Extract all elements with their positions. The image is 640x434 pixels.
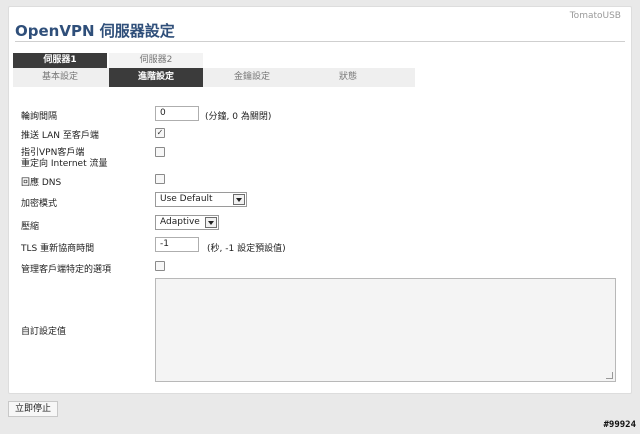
respond-dns-checkbox[interactable] <box>155 174 165 184</box>
compression-select[interactable]: Adaptive <box>155 215 219 230</box>
redirect-gateway-label-line2: 重定向 Internet 流量 <box>21 159 108 169</box>
chevron-down-icon <box>233 194 245 205</box>
tls-renegotiation-note: (秒, -1 設定預設值) <box>207 244 286 254</box>
checkmark-icon: ✓ <box>156 128 164 137</box>
cipher-select[interactable]: Use Default <box>155 192 247 207</box>
tab-status[interactable]: 狀態 <box>301 68 395 87</box>
client-specific-checkbox[interactable] <box>155 261 165 271</box>
poll-interval-note: (分鐘, 0 為關閉) <box>205 112 272 122</box>
page-title: OpenVPN 伺服器設定 <box>15 22 175 40</box>
custom-config-textarea[interactable] <box>155 278 616 382</box>
compression-value: Adaptive <box>160 217 200 227</box>
settings-subtabs: 基本設定 進階設定 金鑰設定 狀態 <box>13 68 415 87</box>
watermark-label: #99924 <box>603 420 636 430</box>
tab-server-1[interactable]: 伺服器1 <box>13 53 107 68</box>
compression-label: 壓縮 <box>21 222 40 232</box>
tab-key-settings[interactable]: 金鑰設定 <box>205 68 299 87</box>
poll-interval-input[interactable]: 0 <box>155 106 199 121</box>
custom-config-label: 自訂設定值 <box>21 327 67 337</box>
respond-dns-label: 回應 DNS <box>21 178 62 188</box>
title-divider <box>15 41 625 42</box>
server-tabs: 伺服器1 伺服器2 <box>13 53 203 68</box>
client-specific-label: 管理客戶端特定的選項 <box>21 265 112 275</box>
cipher-value: Use Default <box>160 194 213 204</box>
poll-interval-label: 輪詢間隔 <box>21 112 58 122</box>
chevron-down-icon <box>205 217 217 228</box>
cipher-label: 加密模式 <box>21 199 58 209</box>
tls-renegotiation-input[interactable]: -1 <box>155 237 199 252</box>
tab-server-2[interactable]: 伺服器2 <box>109 53 203 68</box>
push-lan-label: 推送 LAN 至客戶端 <box>21 131 99 141</box>
tls-renegotiation-label: TLS 重新協商時間 <box>21 244 95 254</box>
settings-panel: TomatoUSB OpenVPN 伺服器設定 伺服器1 伺服器2 基本設定 進… <box>8 6 632 394</box>
tab-advanced-settings[interactable]: 進階設定 <box>109 68 203 87</box>
stop-now-button[interactable]: 立即停止 <box>8 401 58 417</box>
brand-label: TomatoUSB <box>569 11 621 21</box>
resize-handle-icon[interactable] <box>606 372 613 379</box>
redirect-gateway-checkbox[interactable] <box>155 147 165 157</box>
push-lan-checkbox[interactable]: ✓ <box>155 128 165 138</box>
tab-basic-settings[interactable]: 基本設定 <box>13 68 107 87</box>
